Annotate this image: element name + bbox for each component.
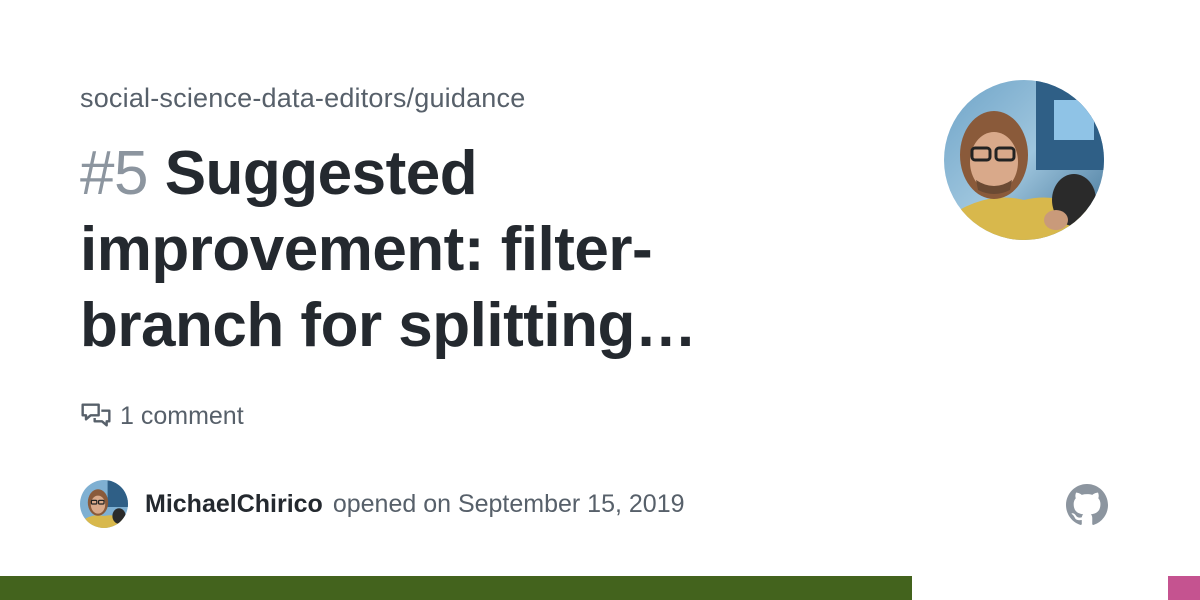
- author-row: MichaelChirico opened on September 15, 2…: [80, 480, 685, 528]
- comments-label: 1 comment: [120, 401, 244, 430]
- repo-name[interactable]: social-science-data-editors/guidance: [80, 80, 525, 116]
- language-bar: [0, 576, 1200, 600]
- title-line-2: improvement: filter-: [80, 215, 653, 284]
- comment-discussion-icon: [80, 400, 112, 432]
- opened-date: opened on September 15, 2019: [332, 489, 685, 518]
- comments-count[interactable]: 1 comment: [80, 398, 244, 434]
- language-bar-segment: [912, 576, 1168, 600]
- github-mark-icon: [1066, 484, 1108, 526]
- language-bar-segment: [1167, 576, 1200, 600]
- title-line-3: branch for splitting…: [80, 291, 697, 360]
- author-avatar-small[interactable]: [80, 480, 128, 528]
- author-avatar-large: [944, 80, 1104, 240]
- issue-number: #5: [80, 139, 148, 208]
- title-line-1: Suggested: [164, 139, 478, 208]
- language-bar-segment: [0, 576, 912, 600]
- issue-title: #5 Suggested improvement: filter- branch…: [80, 136, 780, 364]
- author-username[interactable]: MichaelChirico: [145, 490, 323, 519]
